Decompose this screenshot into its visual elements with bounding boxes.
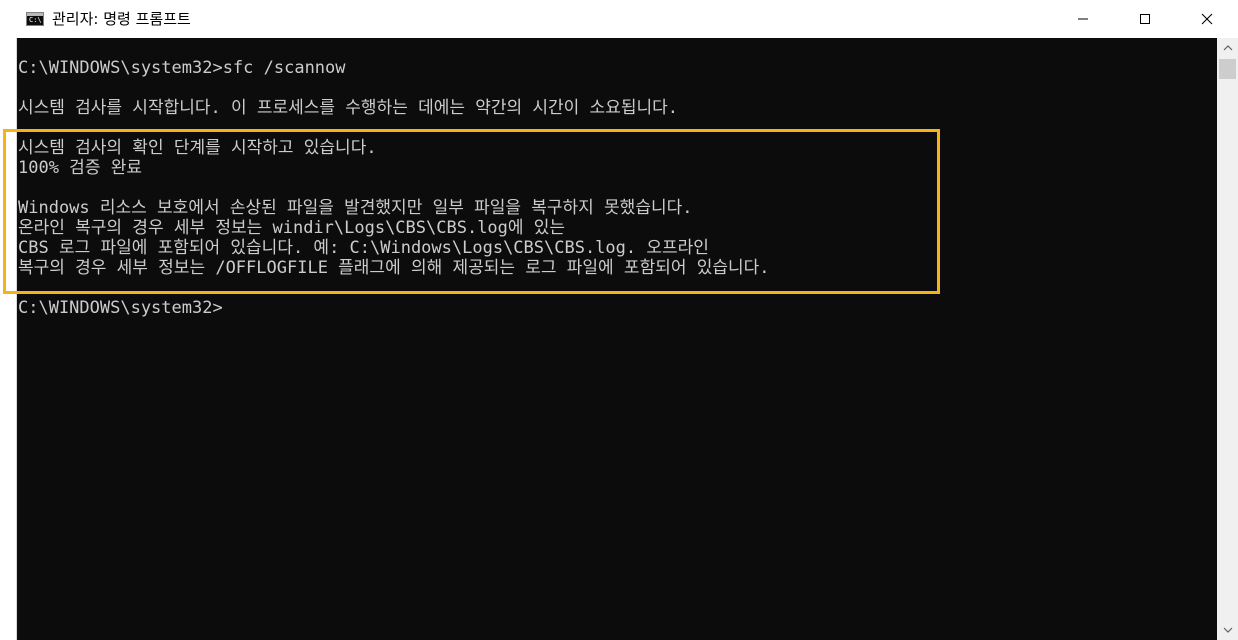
- window-left-edge: [0, 38, 17, 640]
- title-bar[interactable]: C:\ 관리자: 명령 프롬프트: [0, 0, 1238, 38]
- scroll-thumb[interactable]: [1219, 59, 1236, 79]
- console-line: C:\WINDOWS\system32>sfc /scannow: [18, 58, 346, 78]
- minimize-icon: [1078, 18, 1088, 20]
- console-line: 시스템 검사를 시작합니다. 이 프로세스를 수행하는 데에는 약간의 시간이 …: [18, 98, 678, 118]
- console-output[interactable]: C:\WINDOWS\system32>sfc /scannow 시스템 검사를…: [17, 38, 1217, 640]
- maximize-icon: [1140, 14, 1150, 24]
- chevron-up-icon: [1223, 45, 1232, 51]
- maximize-button[interactable]: [1122, 0, 1168, 38]
- scroll-up-button[interactable]: [1217, 38, 1238, 58]
- minimize-button[interactable]: [1060, 0, 1106, 38]
- console-line: 100% 검증 완료: [18, 158, 142, 178]
- close-icon: [1201, 13, 1213, 25]
- window-title: 관리자: 명령 프롬프트: [52, 10, 191, 28]
- scroll-down-button[interactable]: [1217, 620, 1238, 640]
- console-line: 시스템 검사의 확인 단계를 시작하고 있습니다.: [18, 138, 377, 158]
- console-line: Windows 리소스 보호에서 손상된 파일을 발견했지만 일부 파일을 복구…: [18, 198, 693, 218]
- console-line: 복구의 경우 세부 정보는 /OFFLOGFILE 플래그에 의해 제공되는 로…: [18, 258, 770, 278]
- command-prompt-window: C:\ 관리자: 명령 프롬프트 C:\WINDOWS\system32>sfc…: [0, 0, 1238, 640]
- console-line: 온라인 복구의 경우 세부 정보는 windir\Logs\CBS\CBS.lo…: [18, 218, 566, 238]
- command-prompt-icon[interactable]: C:\: [26, 12, 44, 26]
- vertical-scrollbar[interactable]: [1217, 38, 1238, 640]
- icon-glyph: C:\: [29, 16, 42, 24]
- close-button[interactable]: [1184, 0, 1230, 38]
- console-prompt: C:\WINDOWS\system32>: [18, 298, 223, 318]
- chevron-down-icon: [1223, 627, 1232, 633]
- console-line: CBS 로그 파일에 포함되어 있습니다. 예: C:\Windows\Logs…: [18, 238, 709, 258]
